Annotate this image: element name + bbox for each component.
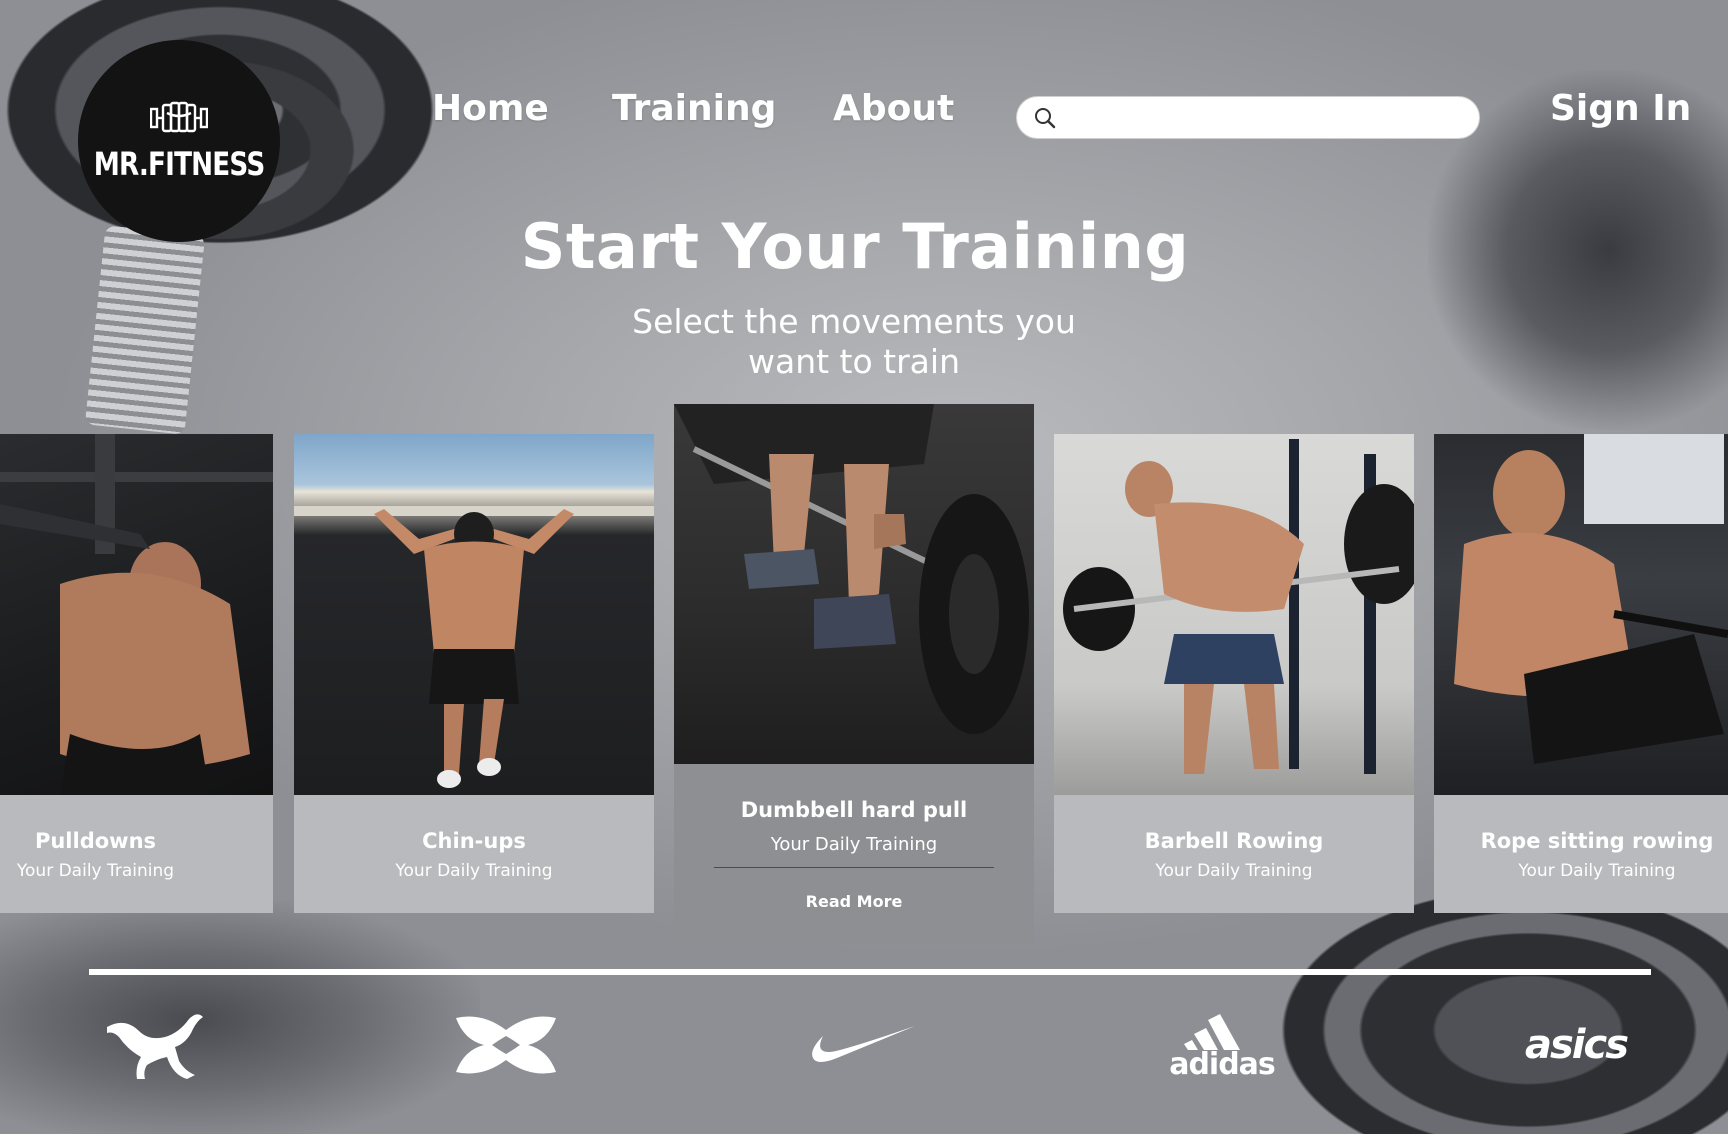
nav-home[interactable]: Home	[432, 88, 549, 129]
background-glove-bottom	[0, 900, 480, 1134]
card-photo-pulldowns	[0, 434, 273, 795]
search-bar[interactable]	[1016, 96, 1480, 139]
page-subtitle: Select the movements you want to train	[632, 302, 1076, 381]
sign-in-button[interactable]: Sign In	[1550, 88, 1691, 129]
training-card-rope-sitting-rowing[interactable]: Rope sitting rowing Your Daily Training	[1434, 434, 1728, 913]
logo-text: MR.FITNESS	[93, 145, 265, 183]
card-title: Dumbbell hard pull	[740, 798, 968, 822]
training-card-pulldowns[interactable]: Pulldowns Your Daily Training	[0, 434, 273, 913]
background-weight-plate-bottom	[1268, 880, 1728, 1134]
asics-logo[interactable]: asics	[1516, 1005, 1636, 1085]
card-photo-barbell-rowing	[1054, 434, 1414, 795]
puma-logo[interactable]	[100, 1005, 210, 1085]
read-more-button[interactable]: Read More	[806, 892, 903, 911]
card-title: Barbell Rowing	[1144, 829, 1324, 853]
adidas-logo[interactable]: adidas	[1162, 1005, 1282, 1085]
card-subtitle: Your Daily Training	[395, 861, 553, 881]
card-photo-rope-sitting-rowing	[1434, 434, 1728, 795]
asics-wordmark: asics	[1524, 1022, 1629, 1068]
card-photo-dumbbell-hard-pull	[674, 404, 1034, 764]
card-info-pulldowns: Pulldowns Your Daily Training	[0, 795, 273, 913]
card-title: Rope sitting rowing	[1480, 829, 1714, 853]
search-input[interactable]	[1067, 97, 1479, 138]
card-divider	[714, 867, 994, 868]
card-info-barbell-rowing: Barbell Rowing Your Daily Training	[1054, 795, 1414, 913]
card-subtitle: Your Daily Training	[16, 861, 175, 881]
fist-icon	[150, 101, 208, 133]
nav-about[interactable]: About	[833, 88, 954, 129]
card-photo-chin-ups	[294, 434, 654, 795]
search-icon[interactable]	[1033, 106, 1057, 130]
adidas-wordmark: adidas	[1169, 1047, 1276, 1082]
card-subtitle: Your Daily Training	[1518, 861, 1676, 881]
card-subtitle: Your Daily Training	[1155, 861, 1313, 881]
card-info-dumbbell-hard-pull: Dumbbell hard pull Your Daily Training R…	[674, 764, 1034, 943]
card-info-rope-sitting-rowing: Rope sitting rowing Your Daily Training	[1434, 795, 1728, 913]
brand-strip-divider	[89, 969, 1651, 975]
card-info-chin-ups: Chin-ups Your Daily Training	[294, 795, 654, 913]
card-subtitle: Your Daily Training	[770, 834, 938, 855]
training-card-dumbbell-hard-pull[interactable]: Dumbbell hard pull Your Daily Training R…	[674, 404, 1034, 943]
page-title: Start Your Training	[520, 210, 1190, 283]
card-title: Chin-ups	[422, 829, 526, 853]
nav-training[interactable]: Training	[612, 88, 776, 129]
nike-logo[interactable]	[808, 1005, 918, 1085]
card-title: Pulldowns	[34, 829, 157, 853]
training-card-chin-ups[interactable]: Chin-ups Your Daily Training	[294, 434, 654, 913]
training-card-barbell-rowing[interactable]: Barbell Rowing Your Daily Training	[1054, 434, 1414, 913]
under-armour-logo[interactable]	[450, 1005, 562, 1085]
